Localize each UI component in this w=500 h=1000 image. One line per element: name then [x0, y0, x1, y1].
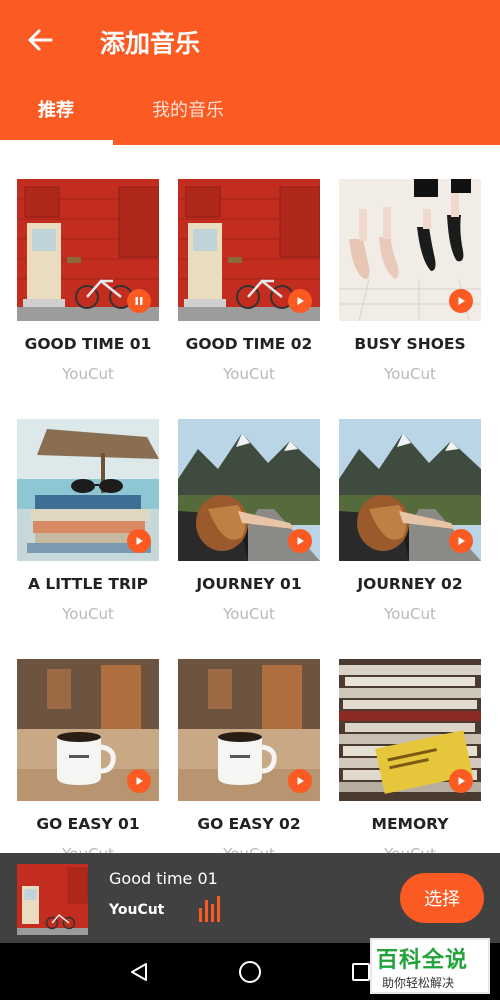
music-card[interactable]: A LITTLE TRIP YouCut: [17, 419, 159, 623]
song-title: BUSY SHOES: [354, 335, 466, 353]
home-circle-icon: [239, 961, 261, 983]
now-playing-title: Good time 01: [109, 869, 218, 888]
nav-back-button[interactable]: [124, 957, 154, 987]
arrow-left-icon: [28, 29, 53, 51]
music-card[interactable]: JOURNEY 01 YouCut: [178, 419, 320, 623]
play-button[interactable]: [127, 529, 151, 553]
song-thumbnail[interactable]: [17, 179, 159, 321]
play-icon: [297, 297, 304, 305]
now-playing-artist: YouCut: [109, 902, 165, 918]
play-icon: [297, 777, 304, 785]
play-button[interactable]: [449, 529, 473, 553]
song-thumbnail[interactable]: [339, 419, 481, 561]
song-artist: YouCut: [223, 365, 275, 383]
song-thumbnail[interactable]: [178, 419, 320, 561]
song-title: A LITTLE TRIP: [27, 575, 149, 593]
song-artist: YouCut: [384, 605, 436, 623]
play-button[interactable]: [449, 769, 473, 793]
song-thumbnail[interactable]: [178, 179, 320, 321]
play-button[interactable]: [288, 769, 312, 793]
song-title: JOURNEY 01: [196, 575, 302, 593]
tab-recommend[interactable]: 推荐: [38, 96, 74, 142]
song-thumbnail[interactable]: [339, 659, 481, 801]
watermark-title: 百科全说: [376, 948, 469, 973]
play-icon: [297, 537, 304, 545]
song-thumbnail[interactable]: [339, 179, 481, 321]
pause-icon: [135, 297, 143, 305]
play-button[interactable]: [288, 529, 312, 553]
play-icon: [136, 777, 143, 785]
mini-player[interactable]: Good time 01 YouCut 选择: [0, 853, 500, 943]
recents-square-icon: [352, 963, 370, 981]
song-title: MEMORY: [371, 815, 449, 833]
music-card[interactable]: GOOD TIME 02 YouCut: [178, 179, 320, 383]
music-card[interactable]: JOURNEY 02 YouCut: [339, 419, 481, 623]
song-artist: YouCut: [384, 365, 436, 383]
music-card[interactable]: BUSY SHOES YouCut: [339, 179, 481, 383]
page-title: 添加音乐: [100, 29, 201, 58]
song-thumbnail[interactable]: [178, 659, 320, 801]
song-title: GO EASY 02: [197, 815, 301, 833]
back-button[interactable]: [18, 20, 62, 60]
back-triangle-icon: [131, 963, 147, 981]
app-header: 添加音乐 推荐 我的音乐: [0, 0, 500, 145]
song-title: GOOD TIME 01: [24, 335, 152, 353]
play-button[interactable]: [127, 769, 151, 793]
play-icon: [458, 777, 465, 785]
play-button[interactable]: [288, 289, 312, 313]
song-artist: YouCut: [223, 605, 275, 623]
play-icon: [136, 537, 143, 545]
now-playing-artwork: [17, 864, 88, 935]
song-title: GO EASY 01: [36, 815, 140, 833]
select-button[interactable]: 选择: [400, 873, 484, 923]
watermark-subtitle: 助你轻松解决: [382, 976, 455, 990]
song-thumbnail[interactable]: [17, 419, 159, 561]
music-card[interactable]: GO EASY 02 YouCut: [178, 659, 320, 855]
music-card[interactable]: MEMORY YouCut: [339, 659, 481, 855]
music-grid: GOOD TIME 01 YouCut GOOD TIME 02 YouCut …: [0, 145, 500, 855]
music-card[interactable]: GO EASY 01 YouCut: [17, 659, 159, 855]
watermark-logo: 百科全说 助你轻松解决: [370, 938, 490, 994]
pause-button[interactable]: [127, 289, 151, 313]
nav-home-button[interactable]: [235, 957, 265, 987]
music-card[interactable]: GOOD TIME 01 YouCut: [17, 179, 159, 383]
play-button[interactable]: [449, 289, 473, 313]
title-bar: 添加音乐: [0, 0, 500, 82]
tab-my-music[interactable]: 我的音乐: [152, 96, 224, 142]
equalizer-icon: [199, 896, 229, 922]
song-title: GOOD TIME 02: [185, 335, 313, 353]
song-thumbnail[interactable]: [17, 659, 159, 801]
song-artist: YouCut: [62, 365, 114, 383]
song-artist: YouCut: [62, 605, 114, 623]
song-title: JOURNEY 02: [357, 575, 463, 593]
play-icon: [458, 537, 465, 545]
play-icon: [458, 297, 465, 305]
screen: 添加音乐 推荐 我的音乐 GOOD TIME 01 YouCut GOOD TI…: [0, 0, 500, 1000]
